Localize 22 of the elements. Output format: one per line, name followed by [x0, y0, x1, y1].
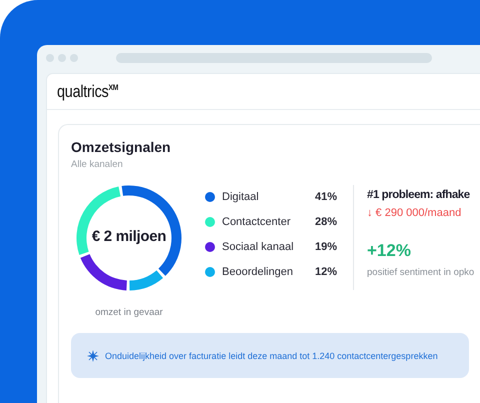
sparkle-icon [87, 350, 99, 362]
window-dot [46, 54, 54, 62]
change-value: +12% [367, 241, 412, 261]
legend-value: 28% [314, 216, 337, 228]
change-note: positief sentiment in opko [367, 267, 474, 278]
window-dot [58, 54, 66, 62]
legend-label: Digitaal [222, 190, 260, 202]
legend-value: 41% [314, 190, 337, 202]
legend-value: 19% [314, 240, 337, 252]
card-title: Omzetsignalen [71, 138, 172, 156]
logo: qualtrics$^{XM}$ [57, 82, 118, 102]
legend-label: Sociaal kanaal [222, 240, 295, 252]
loss-amount: ↓ € 290 000/maand [367, 207, 462, 219]
legend-label: Contactcenter [222, 216, 292, 228]
banner-text: Onduidelijkheid over facturatie leidt deze maand tot 1.240 contactcentergesprekken [105, 350, 438, 360]
legend-value: 12% [314, 266, 337, 278]
card-subtitle: Alle kanalen [71, 159, 124, 171]
legend-label: Beoordelingen [222, 266, 294, 278]
donut-center-value: € 2 miljoen [90, 228, 168, 245]
window-dot [70, 54, 78, 62]
insight-title: #1 probleem: afhake [367, 189, 471, 201]
donut-caption: omzet in gevaar [95, 307, 163, 318]
